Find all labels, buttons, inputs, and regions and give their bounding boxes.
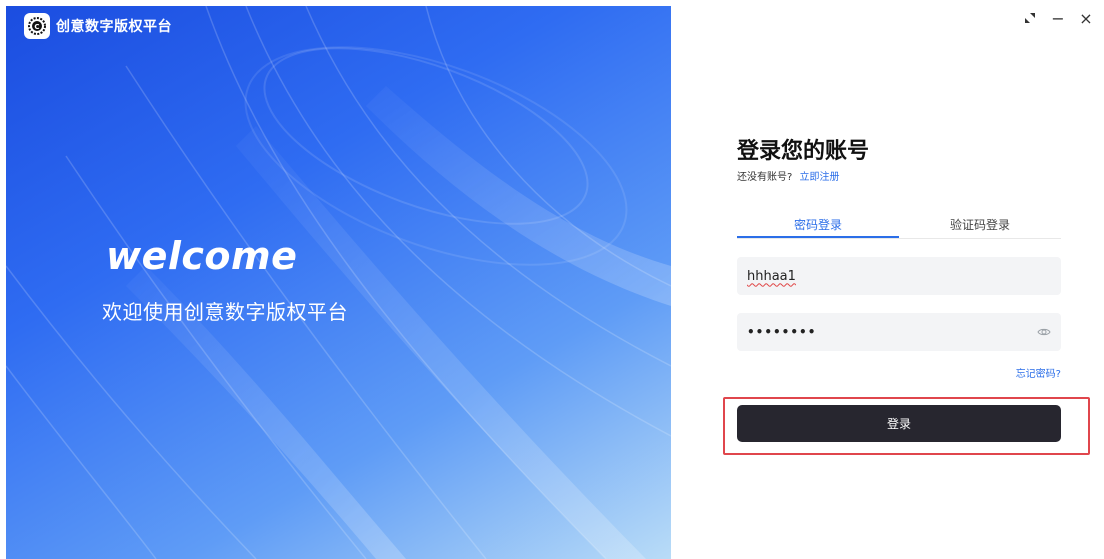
- login-form: 登录您的账号 还没有账号? 立即注册 密码登录 验证码登录 hhhaa1 •••…: [737, 135, 1061, 380]
- signup-prompt: 还没有账号? 立即注册: [737, 169, 1061, 187]
- password-value: ••••••••: [747, 325, 817, 339]
- password-field[interactable]: ••••••••: [737, 313, 1061, 351]
- restore-button[interactable]: [1018, 8, 1042, 28]
- restore-icon: [1025, 13, 1035, 23]
- app-name: 创意数字版权平台: [56, 19, 172, 35]
- welcome-heading: welcome: [106, 234, 298, 278]
- svg-text:C: C: [34, 23, 39, 31]
- login-button[interactable]: 登录: [737, 405, 1061, 442]
- welcome-subtitle: 欢迎使用创意数字版权平台: [102, 300, 348, 324]
- eye-icon[interactable]: [1037, 325, 1051, 339]
- username-value: hhhaa1: [747, 268, 796, 284]
- login-title: 登录您的账号: [737, 139, 870, 164]
- tab-code-login[interactable]: 验证码登录: [899, 213, 1061, 238]
- login-window: C 创意数字版权平台 welcome 欢迎使用创意数字版权平台 − × 登录您的…: [0, 0, 1104, 559]
- tab-password-login[interactable]: 密码登录: [737, 213, 899, 238]
- register-link[interactable]: 立即注册: [800, 172, 840, 183]
- no-account-text: 还没有账号?: [737, 172, 793, 183]
- hero-background: [6, 6, 671, 559]
- close-button[interactable]: ×: [1074, 8, 1098, 28]
- login-tabs: 密码登录 验证码登录: [737, 213, 1061, 239]
- brand-logo-icon: C: [24, 13, 50, 39]
- window-controls: − ×: [1018, 8, 1098, 28]
- brand: C 创意数字版权平台: [24, 13, 172, 39]
- forgot-password-link[interactable]: 忘记密码?: [737, 365, 1061, 380]
- hero-panel: C 创意数字版权平台 welcome 欢迎使用创意数字版权平台: [6, 6, 671, 559]
- minimize-button[interactable]: −: [1046, 8, 1070, 28]
- username-field[interactable]: hhhaa1: [737, 257, 1061, 295]
